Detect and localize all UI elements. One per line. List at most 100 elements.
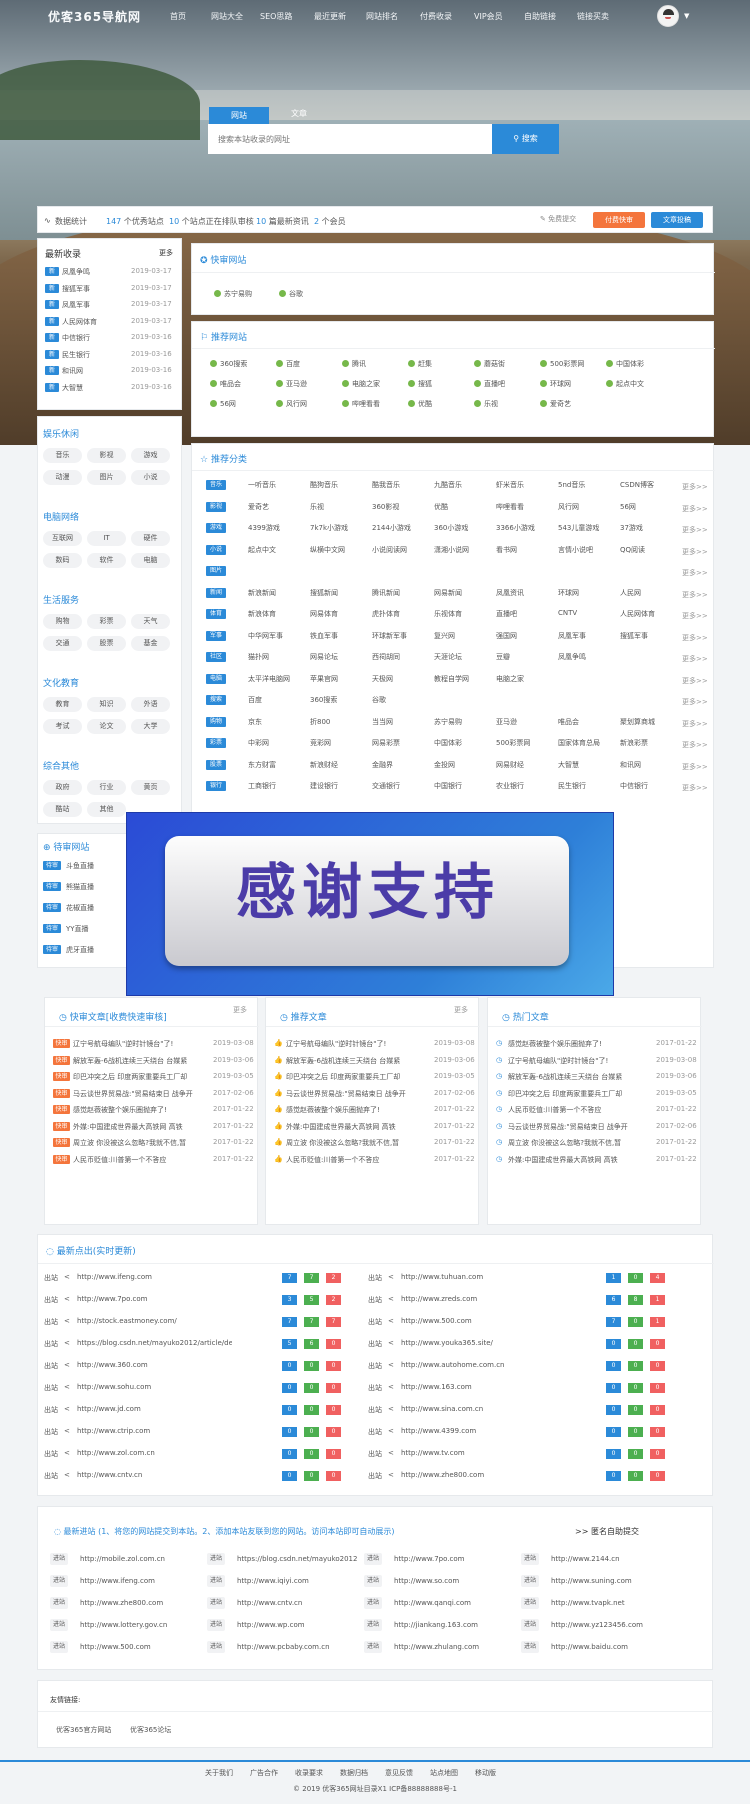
category-site[interactable]: 凤凰争鸣: [558, 652, 620, 662]
article-link[interactable]: 人民币贬值:川普第一个不答应: [73, 1155, 205, 1165]
category-site[interactable]: 起点中文: [248, 545, 310, 555]
category-tag[interactable]: 体育: [206, 609, 226, 619]
inbound-url[interactable]: http://www.baidu.com: [551, 1643, 671, 1651]
category-tag[interactable]: 搜索: [206, 695, 226, 705]
category-tag[interactable]: 股票: [206, 759, 226, 770]
article-more-link[interactable]: 更多: [454, 1005, 468, 1015]
category-pill[interactable]: 考试: [43, 719, 82, 734]
nav-item[interactable]: SEO思路: [260, 11, 292, 22]
outbound-url[interactable]: http://www.tv.com: [401, 1449, 556, 1457]
category-site[interactable]: 中信银行: [620, 781, 682, 791]
category-site[interactable]: 3366小游戏: [496, 523, 558, 533]
category-tag[interactable]: 图片: [206, 566, 226, 576]
article-link[interactable]: 外媒:中国建成世界最大高铁网 高铁: [508, 1155, 648, 1165]
category-site[interactable]: 腾讯新闻: [372, 588, 434, 598]
footer-link[interactable]: 意见反馈: [385, 1768, 413, 1778]
inbound-url[interactable]: http://www.2144.cn: [551, 1555, 671, 1563]
outbound-url[interactable]: http://www.7po.com: [77, 1295, 232, 1303]
category-pill[interactable]: 图片: [87, 470, 126, 485]
category-site[interactable]: 民生银行: [558, 781, 620, 791]
friend-link[interactable]: 优客365官方网站: [56, 1725, 111, 1735]
category-site[interactable]: 搜狐新闻: [310, 588, 372, 598]
nav-item[interactable]: 网站排名: [366, 11, 398, 22]
article-link[interactable]: 辽宁号航母编队"逆时针镜台"了!: [508, 1056, 648, 1066]
nav-item[interactable]: 最近更新: [314, 11, 346, 22]
pending-item[interactable]: YY直播: [66, 924, 89, 934]
category-tag[interactable]: 银行: [206, 781, 226, 791]
recommend-site[interactable]: 乐视: [474, 399, 536, 409]
outbound-url[interactable]: http://www.youka365.site/: [401, 1339, 556, 1347]
category-site[interactable]: 风行网: [558, 502, 620, 512]
category-site[interactable]: 西祠胡同: [372, 652, 434, 662]
category-site[interactable]: 和讯网: [620, 760, 682, 770]
outbound-url[interactable]: http://www.zreds.com: [401, 1295, 556, 1303]
category-site[interactable]: 哔哩看看: [496, 502, 558, 512]
category-more-link[interactable]: 更多>>: [682, 762, 708, 772]
category-pill[interactable]: 天气: [131, 614, 170, 629]
category-site[interactable]: 新浪彩票: [620, 738, 682, 748]
category-tag[interactable]: 音乐: [206, 480, 226, 490]
category-more-link[interactable]: 更多>>: [682, 719, 708, 729]
category-site[interactable]: 苏宁易购: [434, 717, 496, 727]
search-input[interactable]: [208, 124, 492, 154]
category-pill[interactable]: 股票: [87, 636, 126, 651]
outbound-url[interactable]: http://www.4399.com: [401, 1427, 556, 1435]
outbound-url[interactable]: http://www.ctrip.com: [77, 1427, 232, 1435]
category-site[interactable]: 爱奇艺: [248, 502, 310, 512]
article-link[interactable]: 辽宁号航母编队"逆时针镜台"了!: [73, 1039, 205, 1049]
category-tag[interactable]: 游戏: [206, 523, 226, 533]
category-site[interactable]: 小说阅读网: [372, 545, 434, 555]
outbound-url[interactable]: http://www.sohu.com: [77, 1383, 232, 1391]
category-more-link[interactable]: 更多>>: [682, 740, 708, 750]
inbound-url[interactable]: http://www.yz123456.com: [551, 1621, 671, 1629]
outbound-url[interactable]: http://stock.eastmoney.com/: [77, 1317, 232, 1325]
category-site[interactable]: 优酷: [434, 502, 496, 512]
article-link[interactable]: 周立波 你没被这么忽略?我就不信,暂: [286, 1138, 426, 1148]
outbound-url[interactable]: http://www.ifeng.com: [77, 1273, 232, 1281]
pending-item[interactable]: 花椒直播: [66, 903, 94, 913]
inbound-url[interactable]: http://www.zhe800.com: [80, 1599, 200, 1607]
category-site[interactable]: 中国银行: [434, 781, 496, 791]
article-link[interactable]: 解放军轰-6战机连续三天绕台 台媒紧: [73, 1056, 205, 1066]
inbound-url[interactable]: http://www.500.com: [80, 1643, 200, 1651]
category-pill[interactable]: 电脑: [131, 553, 170, 568]
category-site[interactable]: 网易体育: [310, 609, 372, 619]
category-site[interactable]: 7k7k小游戏: [310, 523, 372, 533]
category-site[interactable]: 37游戏: [620, 523, 682, 533]
category-site[interactable]: 京东: [248, 717, 310, 727]
category-pill[interactable]: 硬件: [131, 531, 170, 546]
category-pill[interactable]: 交通: [43, 636, 82, 651]
category-tag[interactable]: 彩票: [206, 738, 226, 748]
category-site[interactable]: 纵横中文网: [310, 545, 372, 555]
recommend-site[interactable]: 直播吧: [474, 379, 536, 389]
category-pill[interactable]: 行业: [87, 780, 126, 795]
article-link[interactable]: 解放军轰-6战机连续三天绕台 台媒紧: [286, 1056, 426, 1066]
recommend-site[interactable]: 赶集: [408, 359, 470, 369]
footer-link[interactable]: 数据归档: [340, 1768, 368, 1778]
latest-item[interactable]: 凤凰军事: [62, 300, 122, 310]
article-link[interactable]: 周立波 你没被这么忽略?我就不信,暂: [73, 1138, 205, 1148]
article-link[interactable]: 人民币贬值:川普第一个不答应: [508, 1105, 648, 1115]
latest-item[interactable]: 大智慧: [62, 383, 122, 393]
category-pill[interactable]: 软件: [87, 553, 126, 568]
category-pill[interactable]: 数码: [43, 553, 82, 568]
category-site[interactable]: 百度: [248, 695, 310, 705]
category-more-link[interactable]: 更多>>: [682, 547, 708, 557]
nav-item[interactable]: 首页: [170, 11, 186, 22]
category-site[interactable]: 4399游戏: [248, 523, 310, 533]
category-site[interactable]: 看书网: [496, 545, 558, 555]
category-site[interactable]: 工商银行: [248, 781, 310, 791]
category-site[interactable]: 新浪体育: [248, 609, 310, 619]
article-link[interactable]: 外媒:中国建成世界最大高铁网 高铁: [286, 1122, 426, 1132]
category-site[interactable]: 太平洋电脑网: [248, 674, 310, 684]
pending-item[interactable]: 斗鱼直播: [66, 861, 94, 871]
category-site[interactable]: 亚马逊: [496, 717, 558, 727]
category-tag[interactable]: 军事: [206, 630, 226, 641]
category-site[interactable]: 直播吧: [496, 609, 558, 619]
recommend-site[interactable]: 蘑菇街: [474, 359, 536, 369]
search-tab-article[interactable]: 文章: [291, 108, 307, 119]
category-site[interactable]: 教程自学网: [434, 674, 496, 684]
category-site[interactable]: 人民网体育: [620, 609, 682, 619]
recommend-site[interactable]: 风行网: [276, 399, 338, 409]
category-tag[interactable]: 新闻: [206, 587, 226, 598]
